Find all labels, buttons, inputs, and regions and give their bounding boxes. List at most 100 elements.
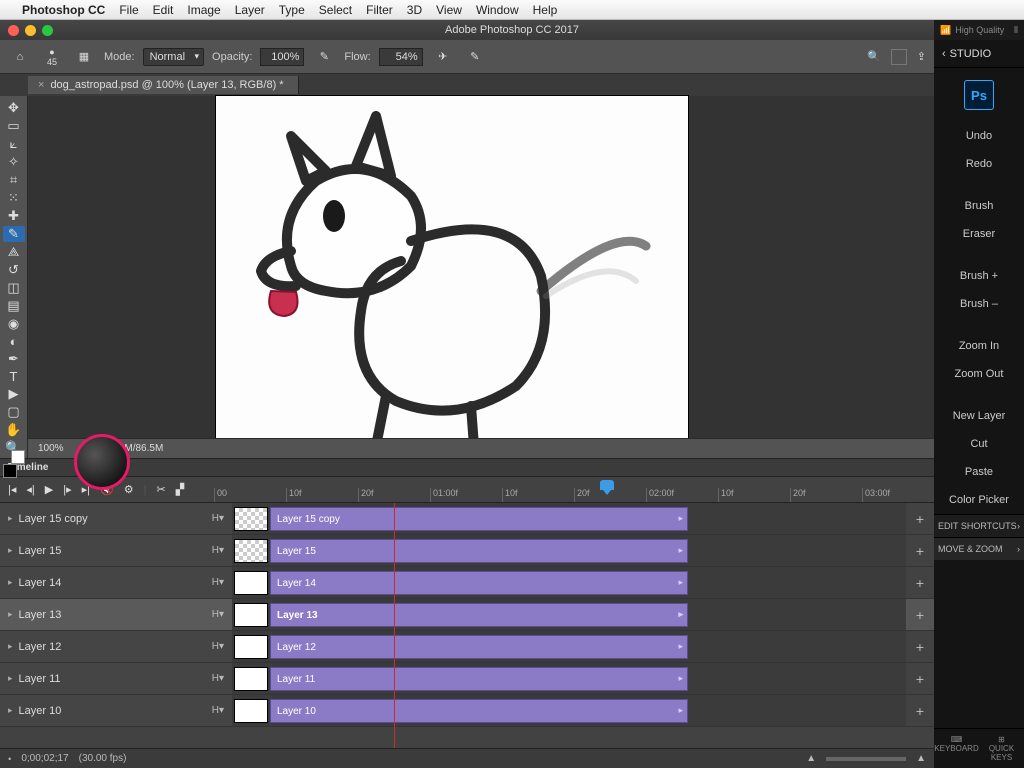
- playhead-icon[interactable]: [600, 480, 614, 494]
- brush-tool-icon[interactable]: ✎: [3, 226, 25, 242]
- add-track-icon[interactable]: +: [906, 599, 934, 630]
- astropad-shortcut-zoom-in[interactable]: Zoom In: [934, 332, 1024, 360]
- flow-input[interactable]: 54%: [379, 48, 423, 66]
- video-clip[interactable]: Layer 11: [270, 667, 688, 691]
- menu-type[interactable]: Type: [279, 3, 305, 17]
- close-tab-icon[interactable]: ×: [38, 79, 44, 91]
- brush-tool-preview-icon[interactable]: ●45: [40, 45, 64, 69]
- twirl-icon[interactable]: ▸: [8, 577, 13, 588]
- minimize-window-icon[interactable]: [25, 25, 36, 36]
- astropad-shortcut-cut[interactable]: Cut: [934, 430, 1024, 458]
- track-options-icon[interactable]: H▾: [212, 705, 224, 716]
- twirl-icon[interactable]: ▸: [8, 705, 13, 716]
- lasso-tool-icon[interactable]: ⟀: [3, 136, 25, 152]
- search-icon[interactable]: 🔍: [867, 50, 881, 63]
- twirl-icon[interactable]: ▸: [8, 609, 13, 620]
- add-track-icon[interactable]: +: [906, 695, 934, 726]
- path-select-tool-icon[interactable]: ▶: [3, 386, 25, 402]
- keyboard-footer-button[interactable]: ⌨KEYBOARD: [934, 729, 979, 768]
- split-clip-icon[interactable]: ✂: [156, 483, 165, 496]
- magic-wand-tool-icon[interactable]: ✧: [3, 154, 25, 170]
- zoom-out-timeline-icon[interactable]: ▲: [806, 753, 816, 764]
- astropad-back-button[interactable]: STUDIO: [934, 40, 1024, 68]
- opacity-input[interactable]: 100%: [260, 48, 304, 66]
- zoom-level[interactable]: 100%: [38, 443, 64, 454]
- timeline-layer-row[interactable]: ▸Layer 11H▾Layer 11+: [0, 663, 934, 695]
- menu-view[interactable]: View: [436, 3, 462, 17]
- prev-frame-icon[interactable]: ◂|: [26, 483, 34, 496]
- astropad-shortcut-brush-[interactable]: Brush –: [934, 290, 1024, 318]
- timeline-zoom-slider[interactable]: [826, 757, 906, 761]
- play-icon[interactable]: ▶: [45, 483, 53, 496]
- app-name[interactable]: Photoshop CC: [22, 3, 105, 17]
- menu-filter[interactable]: Filter: [366, 3, 393, 17]
- move-tool-icon[interactable]: ✥: [3, 100, 25, 116]
- home-icon[interactable]: ⌂: [8, 45, 32, 69]
- eraser-tool-icon[interactable]: ◫: [3, 280, 25, 296]
- timeline-settings-icon[interactable]: ⚙: [124, 483, 134, 496]
- timeline-layer-row[interactable]: ▸Layer 15H▾Layer 15+: [0, 535, 934, 567]
- twirl-icon[interactable]: ▸: [8, 641, 13, 652]
- crop-tool-icon[interactable]: ⌗: [3, 172, 25, 188]
- move-zoom-button[interactable]: MOVE & ZOOM: [934, 537, 1024, 560]
- video-clip[interactable]: Layer 12: [270, 635, 688, 659]
- add-track-icon[interactable]: +: [906, 503, 934, 534]
- blend-mode-select[interactable]: Normal: [143, 48, 204, 66]
- share-icon[interactable]: ⇪: [917, 50, 926, 63]
- healing-tool-icon[interactable]: ✚: [3, 208, 25, 224]
- video-clip[interactable]: Layer 15: [270, 539, 688, 563]
- astropad-shortcut-zoom-out[interactable]: Zoom Out: [934, 360, 1024, 388]
- track-options-icon[interactable]: H▾: [212, 609, 224, 620]
- airbrush-icon[interactable]: ✈: [431, 45, 455, 69]
- video-clip[interactable]: Layer 15 copy: [270, 507, 688, 531]
- track-options-icon[interactable]: H▾: [212, 577, 224, 588]
- track-options-icon[interactable]: H▾: [212, 641, 224, 652]
- video-clip[interactable]: Layer 13: [270, 603, 688, 627]
- track-options-icon[interactable]: H▾: [212, 673, 224, 684]
- zoom-window-icon[interactable]: [42, 25, 53, 36]
- current-time[interactable]: 0;00;02;17: [21, 753, 68, 764]
- astropad-menu-icon[interactable]: ⦀: [1014, 25, 1018, 36]
- eyedropper-tool-icon[interactable]: ⁙: [3, 190, 25, 206]
- menu-select[interactable]: Select: [319, 3, 352, 17]
- workspace-switch-icon[interactable]: [891, 49, 907, 65]
- document-tab[interactable]: × dog_astropad.psd @ 100% (Layer 13, RGB…: [28, 76, 299, 94]
- next-frame-icon[interactable]: |▸: [63, 483, 71, 496]
- transition-icon[interactable]: ▞: [176, 483, 184, 496]
- blur-tool-icon[interactable]: ◉: [3, 316, 25, 332]
- document-canvas[interactable]: [216, 96, 688, 454]
- history-brush-tool-icon[interactable]: ↺: [3, 262, 25, 278]
- twirl-icon[interactable]: ▸: [8, 545, 13, 556]
- marquee-tool-icon[interactable]: ▭: [3, 118, 25, 134]
- track-options-icon[interactable]: H▾: [212, 513, 224, 524]
- timeline-layer-row[interactable]: ▸Layer 10H▾Layer 10+: [0, 695, 934, 727]
- astropad-shortcut-brush-[interactable]: Brush +: [934, 262, 1024, 290]
- video-clip[interactable]: Layer 14: [270, 571, 688, 595]
- timeline-layer-row[interactable]: ▸Layer 13H▾Layer 13+: [0, 599, 934, 631]
- shape-tool-icon[interactable]: ▢: [3, 404, 25, 420]
- dodge-tool-icon[interactable]: ◐: [3, 334, 25, 349]
- timeline-layer-row[interactable]: ▸Layer 12H▾Layer 12+: [0, 631, 934, 663]
- menu-window[interactable]: Window: [476, 3, 519, 17]
- pressure-size-icon[interactable]: ✎: [463, 45, 487, 69]
- twirl-icon[interactable]: ▸: [8, 673, 13, 684]
- astropad-shortcut-paste[interactable]: Paste: [934, 458, 1024, 486]
- menu-help[interactable]: Help: [533, 3, 558, 17]
- edit-shortcuts-button[interactable]: EDIT SHORTCUTS: [934, 514, 1024, 537]
- menu-edit[interactable]: Edit: [153, 3, 174, 17]
- track-options-icon[interactable]: H▾: [212, 545, 224, 556]
- astropad-shortcut-color-picker[interactable]: Color Picker: [934, 486, 1024, 514]
- fps-display[interactable]: (30.00 fps): [79, 753, 127, 764]
- add-track-icon[interactable]: +: [906, 567, 934, 598]
- close-window-icon[interactable]: [8, 25, 19, 36]
- astropad-shortcut-undo[interactable]: Undo: [934, 122, 1024, 150]
- clone-tool-icon[interactable]: ⟁: [3, 244, 25, 260]
- brush-panel-toggle-icon[interactable]: ▦: [72, 45, 96, 69]
- astropad-shortcut-brush[interactable]: Brush: [934, 192, 1024, 220]
- menu-layer[interactable]: Layer: [235, 3, 265, 17]
- add-track-icon[interactable]: +: [906, 663, 934, 694]
- video-clip[interactable]: Layer 10: [270, 699, 688, 723]
- twirl-icon[interactable]: ▸: [8, 513, 13, 524]
- canvas-area[interactable]: 100% Doc: 3.00M/86.5M: [28, 96, 934, 458]
- timeline-layer-row[interactable]: ▸Layer 15 copyH▾Layer 15 copy+: [0, 503, 934, 535]
